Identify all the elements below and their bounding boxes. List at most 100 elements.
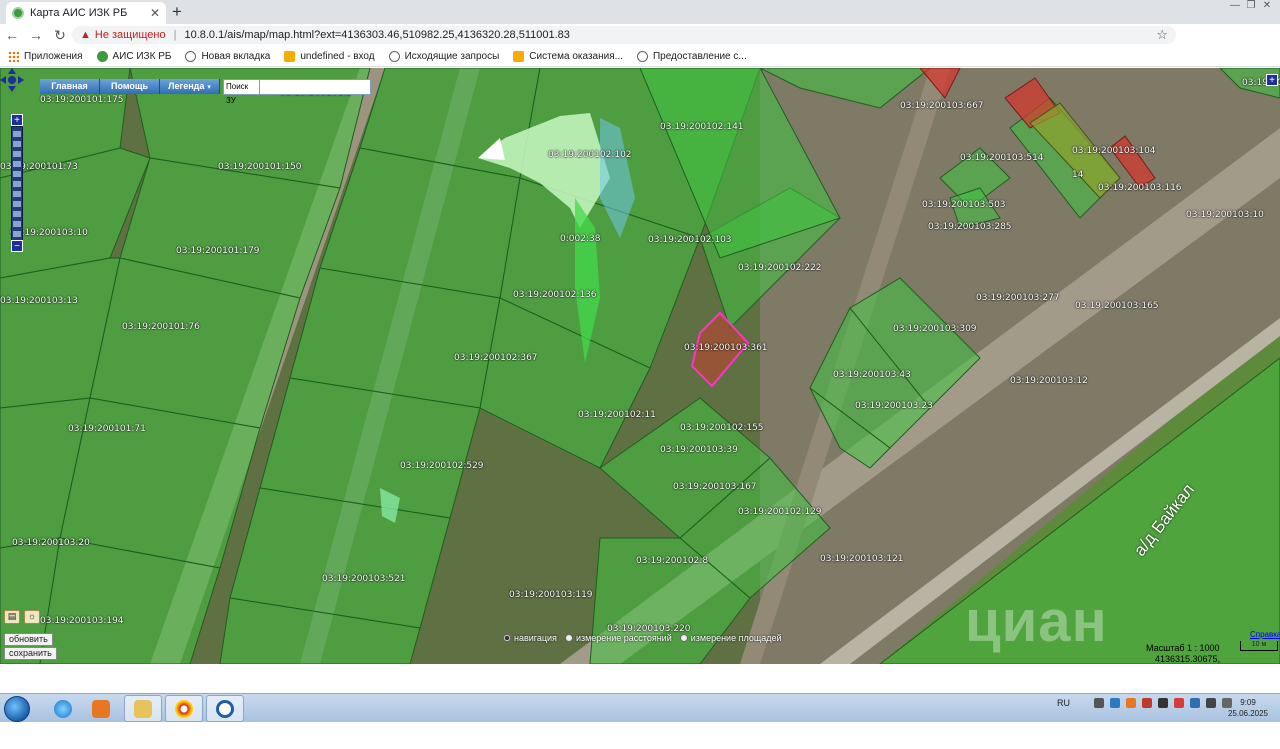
- parcel-label: 03:19:200101:76: [122, 322, 200, 332]
- parcel-label: 03:19:200103:521: [322, 574, 406, 584]
- parcel-label: 03:19:200103:104: [1072, 146, 1156, 156]
- mode-navigation[interactable]: навигация: [503, 633, 557, 643]
- save-button[interactable]: сохранить: [4, 647, 57, 660]
- tray-app-icon[interactable]: [1190, 698, 1200, 708]
- new-tab-plus-icon[interactable]: +: [172, 2, 182, 22]
- parcel-label: 03:19:200102:136: [513, 290, 597, 300]
- help-link[interactable]: Справка: [1250, 630, 1280, 639]
- chevron-down-icon: ▾: [207, 84, 211, 91]
- internet-explorer-icon: [54, 699, 72, 718]
- clock-date: 25.06.2025: [1227, 709, 1269, 718]
- parcel-label: 03:19:200103:23: [855, 401, 933, 411]
- folder-icon: [513, 50, 525, 62]
- tray-display-icon[interactable]: [1206, 698, 1216, 708]
- bookmarks-bar: Приложения АИС ИЗК РБ Новая вкладка unde…: [0, 46, 1280, 67]
- taskbar-file-manager[interactable]: [124, 695, 162, 722]
- mode-distance[interactable]: измерение расстояний: [564, 633, 672, 643]
- parcel-label: 03:19:200103:20: [12, 538, 90, 548]
- globe-icon: [636, 50, 648, 62]
- parcel-label: 03:19:200102:141: [660, 122, 744, 132]
- taskbar-internet-explorer[interactable]: [44, 695, 82, 722]
- layers-icon[interactable]: ▤: [4, 610, 20, 624]
- close-window-icon[interactable]: ✕: [1260, 0, 1274, 12]
- windows-start-icon[interactable]: [4, 696, 30, 722]
- taskbar-connect-app[interactable]: [206, 695, 244, 722]
- bookmark-label: undefined - вход: [300, 50, 375, 62]
- parcel-label: 03:19:200102:129: [738, 507, 822, 517]
- radio-distance[interactable]: [564, 634, 573, 642]
- tray-app-icon[interactable]: [1174, 698, 1184, 708]
- taskbar-clock[interactable]: 9:09 25.06.2025: [1226, 697, 1270, 719]
- language-indicator[interactable]: RU: [1057, 698, 1070, 708]
- parcel-label: 03:19:200103:514: [960, 153, 1044, 163]
- taskbar-media-player[interactable]: [82, 695, 120, 722]
- tray-app-icon[interactable]: [1158, 698, 1168, 708]
- parcel-label: 03:19:200103:116: [1098, 183, 1182, 193]
- globe-icon: [185, 50, 197, 62]
- mode-area[interactable]: измерение площадей: [679, 633, 782, 643]
- map-viewport[interactable]: 03:19:200101:17503:19:200101:503:19:2001…: [0, 68, 1280, 664]
- bookmark-label: Приложения: [24, 50, 83, 62]
- tray-network-icon[interactable]: [1110, 698, 1120, 708]
- measure-modes: навигация измерение расстояний измерение…: [503, 633, 782, 643]
- radio-navigation[interactable]: [503, 634, 511, 642]
- reload-icon[interactable]: ↻: [48, 27, 72, 44]
- taskbar: RU 9:09 25.06.2025: [0, 693, 1280, 722]
- tray-update-icon[interactable]: [1126, 698, 1136, 708]
- scale-bar: 10 м: [1240, 641, 1278, 651]
- refresh-button[interactable]: обновить: [4, 633, 53, 646]
- layer-switcher-plus-icon[interactable]: +: [1266, 74, 1278, 86]
- bookmark-label: Система оказания...: [529, 50, 623, 62]
- minimize-icon[interactable]: —: [1228, 0, 1242, 12]
- parcel-label: 03:19:200102:102: [548, 150, 632, 160]
- parcel-label: 03:19:200103:361: [684, 343, 768, 353]
- media-player-icon: [92, 699, 110, 718]
- print-icon[interactable]: ☼: [24, 610, 40, 624]
- parcel-label: 0:002:38: [560, 234, 601, 244]
- clock-time: 9:09: [1240, 698, 1256, 707]
- parcel-label: 03:19:200103:12: [1010, 376, 1088, 386]
- parcel-label: 03:19:200101:179: [176, 246, 260, 256]
- browser-tab[interactable]: Карта АИС ИЗК РБ ✕: [6, 2, 166, 24]
- parcel-label: 03:19:200103:119: [509, 590, 593, 600]
- parcel-label: 03:19:200103:10: [1186, 210, 1264, 220]
- maximize-icon[interactable]: ❐: [1244, 0, 1258, 12]
- map-menu: Главная Помощь Легенда ▾: [40, 79, 220, 94]
- parcel-label: 03:19:200103:667: [900, 101, 984, 111]
- folder-icon: [134, 699, 152, 718]
- menu-legend-button[interactable]: Легенда ▾: [160, 79, 220, 94]
- leaf-icon: [12, 7, 24, 19]
- close-icon[interactable]: ✕: [150, 6, 160, 20]
- pan-control-icon[interactable]: [0, 68, 24, 92]
- cursor-coordinates: 4136315.30675, 510981.18015: [1155, 654, 1221, 664]
- taskbar-yandex-browser[interactable]: [165, 695, 203, 722]
- bookmark-star-icon[interactable]: ☆: [1156, 27, 1168, 43]
- parcel-label: 03:19:200103:309: [893, 324, 977, 334]
- bookmark-login[interactable]: undefined - вход: [284, 50, 375, 62]
- radio-area[interactable]: [679, 634, 688, 642]
- connect-app-icon: [216, 699, 234, 718]
- zoom-out-icon[interactable]: −: [11, 240, 23, 252]
- zoom-in-icon[interactable]: +: [11, 114, 23, 126]
- bookmark-ais[interactable]: АИС ИЗК РБ: [96, 50, 171, 62]
- parcel-label: 03:19:200103:13: [0, 296, 78, 306]
- watermark-text: циан: [965, 589, 1108, 654]
- forward-arrow-icon[interactable]: →: [24, 27, 48, 43]
- bookmark-label: Исходящие запросы: [404, 50, 500, 62]
- bookmark-provision[interactable]: Предоставление с...: [636, 50, 747, 62]
- menu-home-button[interactable]: Главная: [40, 79, 100, 94]
- bookmark-new-tab[interactable]: Новая вкладка: [185, 50, 270, 62]
- tray-antivirus-icon[interactable]: [1142, 698, 1152, 708]
- zoom-slider[interactable]: [11, 126, 23, 246]
- tray-flag-icon[interactable]: [1094, 698, 1104, 708]
- parcel-search-input[interactable]: [260, 80, 370, 94]
- address-bar[interactable]: ▲ Не защищено | 10.8.0.1/ais/map/map.htm…: [72, 26, 1176, 44]
- bookmark-apps[interactable]: Приложения: [8, 50, 83, 62]
- yandex-browser-icon: [175, 699, 193, 718]
- tab-title: Карта АИС ИЗК РБ: [30, 7, 128, 19]
- bookmark-label: Предоставление с...: [652, 50, 747, 62]
- bookmark-system[interactable]: Система оказания...: [513, 50, 623, 62]
- menu-help-button[interactable]: Помощь: [100, 79, 160, 94]
- back-arrow-icon[interactable]: ←: [0, 27, 24, 43]
- bookmark-outgoing[interactable]: Исходящие запросы: [388, 50, 500, 62]
